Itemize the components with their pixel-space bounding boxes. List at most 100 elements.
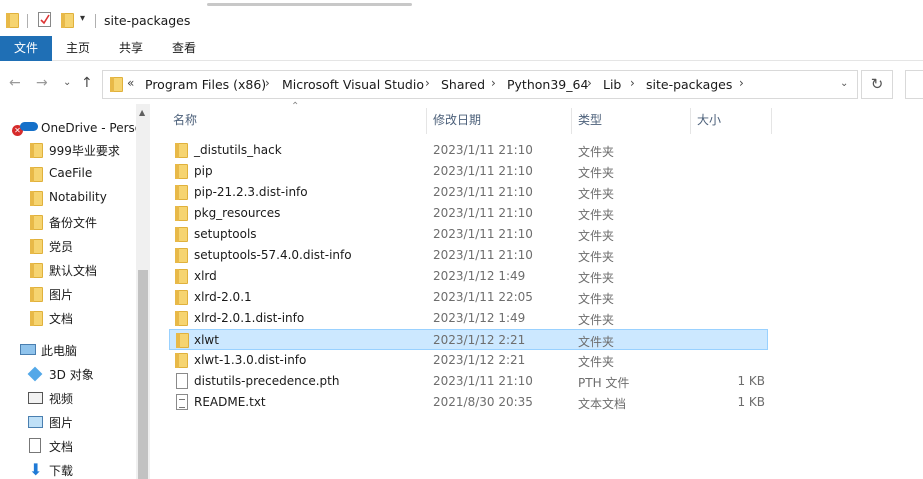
file-type: 文件夹 xyxy=(578,145,615,159)
properties-icon[interactable] xyxy=(38,12,51,27)
folder-icon xyxy=(110,77,123,92)
sidebar-item-quick[interactable]: CaeFile xyxy=(0,163,136,185)
file-row[interactable]: pip 2023/1/11 21:10 文件夹 xyxy=(169,161,768,182)
file-type: 文件夹 xyxy=(578,166,615,180)
file-name: setuptools-57.4.0.dist-info xyxy=(194,248,352,262)
breadcrumb-program-files[interactable]: Program Files (x86) xyxy=(145,77,266,92)
sidebar-item-quick[interactable]: 备份文件 xyxy=(0,211,136,233)
sidebar-item-quick[interactable]: 文档 xyxy=(0,307,136,329)
column-divider[interactable] xyxy=(571,108,572,134)
folder-icon xyxy=(175,143,188,158)
file-type: 文件夹 xyxy=(578,355,615,369)
search-input[interactable] xyxy=(905,70,923,99)
refresh-button[interactable]: ↻ xyxy=(861,70,893,99)
file-name: xlwt xyxy=(194,333,219,347)
file-date: 2023/1/12 2:21 xyxy=(433,353,526,367)
text-file-icon xyxy=(176,394,188,410)
file-name: pip xyxy=(194,164,213,178)
folder-icon xyxy=(175,185,188,200)
file-date: 2021/8/30 20:35 xyxy=(433,395,533,409)
breadcrumb-separator[interactable]: › xyxy=(491,76,496,90)
breadcrumb-lib[interactable]: Lib xyxy=(603,77,621,92)
column-header-name[interactable]: 名称 xyxy=(173,111,197,128)
folder-icon xyxy=(175,353,188,368)
tab-file[interactable]: 文件 xyxy=(0,36,52,61)
tab-home[interactable]: 主页 xyxy=(57,36,99,61)
address-bar[interactable]: « Program Files (x86) › Microsoft Visual… xyxy=(102,70,858,99)
file-row[interactable]: xlwt-1.3.0.dist-info 2023/1/12 2:21 文件夹 xyxy=(169,350,768,371)
column-divider[interactable] xyxy=(690,108,691,134)
file-name: setuptools xyxy=(194,227,257,241)
file-row[interactable]: pkg_resources 2023/1/11 21:10 文件夹 xyxy=(169,203,768,224)
folder-icon xyxy=(175,248,188,263)
sidebar-item-pc[interactable]: 文档 xyxy=(0,435,136,457)
back-arrow-icon[interactable]: ← xyxy=(9,75,21,91)
sidebar-item-quick[interactable]: Notability xyxy=(0,187,136,209)
file-date: 2023/1/11 21:10 xyxy=(433,185,533,199)
sidebar-item-quick[interactable]: 999毕业要求 xyxy=(0,139,136,161)
file-date: 2023/1/11 21:10 xyxy=(433,227,533,241)
file-row[interactable]: distutils-precedence.pth 2023/1/11 21:10 P… xyxy=(169,371,768,392)
file-name: xlrd xyxy=(194,269,217,283)
sidebar-item-pc[interactable]: 3D 对象 xyxy=(0,363,136,385)
folder-icon xyxy=(6,13,19,28)
folder-icon xyxy=(175,311,188,326)
refresh-icon: ↻ xyxy=(870,75,884,93)
breadcrumb-separator[interactable]: › xyxy=(587,76,592,90)
file-row[interactable]: README.txt 2021/8/30 20:35 文本文档 1 KB xyxy=(169,392,768,413)
file-row[interactable]: xlrd 2023/1/12 1:49 文件夹 xyxy=(169,266,768,287)
file-name: pkg_resources xyxy=(194,206,281,220)
sidebar-item-label: 文档 xyxy=(49,440,74,454)
file-type: 文件夹 xyxy=(578,313,615,327)
sidebar-item-pc[interactable]: 图片 xyxy=(0,411,136,433)
column-divider[interactable] xyxy=(771,108,772,134)
column-header-date[interactable]: 修改日期 xyxy=(433,111,481,128)
folder-icon xyxy=(175,206,188,221)
tab-view[interactable]: 查看 xyxy=(163,36,205,61)
scroll-up-arrow-icon[interactable]: ▲ xyxy=(139,108,145,117)
up-arrow-icon[interactable]: ↑ xyxy=(81,75,93,91)
divider xyxy=(27,14,28,28)
title-bar: ▾ site-packages xyxy=(0,0,923,36)
file-row[interactable]: xlrd-2.0.1.dist-info 2023/1/12 1:49 文件夹 xyxy=(169,308,768,329)
breadcrumb-separator[interactable]: › xyxy=(739,76,744,90)
sidebar-item-pc[interactable]: ⬇ 下载 xyxy=(0,459,136,479)
file-row[interactable]: xlrd-2.0.1 2023/1/11 22:05 文件夹 xyxy=(169,287,768,308)
breadcrumb-separator[interactable]: › xyxy=(425,76,430,90)
column-header-size[interactable]: 大小 xyxy=(697,111,721,128)
column-divider[interactable] xyxy=(426,108,427,134)
file-name: xlrd-2.0.1 xyxy=(194,290,252,304)
breadcrumb-python[interactable]: Python39_64 xyxy=(507,77,588,92)
folder-icon xyxy=(30,167,43,182)
file-type: 文件夹 xyxy=(578,229,615,243)
tab-share[interactable]: 共享 xyxy=(110,36,152,61)
breadcrumb-separator[interactable]: › xyxy=(630,76,635,90)
recent-locations-chevron-icon[interactable]: ⌄ xyxy=(63,77,71,88)
sidebar-item-label: CaeFile xyxy=(49,166,93,180)
sidebar-item-pc[interactable]: 视频 xyxy=(0,387,136,409)
file-row[interactable]: xlwt 2023/1/12 2:21 文件夹 xyxy=(169,329,768,350)
sidebar-item-label: 999毕业要求 xyxy=(49,144,120,158)
new-folder-icon[interactable] xyxy=(61,13,74,28)
customize-toolbar-chevron-icon[interactable]: ▾ xyxy=(80,13,85,24)
file-row[interactable]: setuptools-57.4.0.dist-info 2023/1/11 21:… xyxy=(169,245,768,266)
breadcrumb-separator[interactable]: › xyxy=(265,76,270,90)
sidebar-scroll-thumb[interactable] xyxy=(138,270,148,479)
sidebar-item-label: OneDrive - Perso xyxy=(41,121,136,135)
file-date: 2023/1/12 1:49 xyxy=(433,269,526,283)
sidebar-item-onedrive[interactable]: ✕ OneDrive - Perso xyxy=(0,118,136,140)
breadcrumb-overflow[interactable]: « xyxy=(127,76,134,90)
breadcrumb-visual-studio[interactable]: Microsoft Visual Studio xyxy=(282,77,424,92)
breadcrumb-shared[interactable]: Shared xyxy=(441,77,485,92)
file-row[interactable]: pip-21.2.3.dist-info 2023/1/11 21:10 文件夹 xyxy=(169,182,768,203)
file-row[interactable]: _distutils_hack 2023/1/11 21:10 文件夹 xyxy=(169,140,768,161)
file-row[interactable]: setuptools 2023/1/11 21:10 文件夹 xyxy=(169,224,768,245)
sidebar-item-quick[interactable]: 党员 xyxy=(0,235,136,257)
address-history-chevron-icon[interactable]: ⌄ xyxy=(840,78,848,89)
sidebar-item-quick[interactable]: 默认文档 xyxy=(0,259,136,281)
sidebar-item-quick[interactable]: 图片 xyxy=(0,283,136,305)
breadcrumb-site-packages[interactable]: site-packages xyxy=(646,77,732,92)
sidebar-item-this-pc[interactable]: 此电脑 xyxy=(0,339,136,361)
forward-arrow-icon[interactable]: → xyxy=(36,75,48,91)
column-header-type[interactable]: 类型 xyxy=(578,111,602,128)
